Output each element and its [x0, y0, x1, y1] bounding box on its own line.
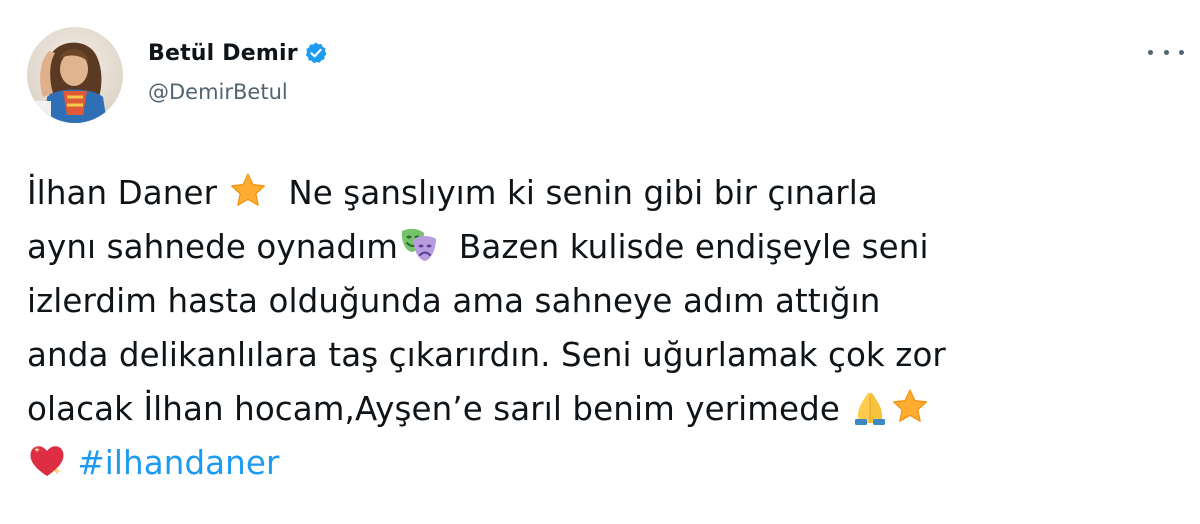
tweet-card[interactable]: Betül Demir @DemirBetul İlhan Daner Ne ş…	[0, 0, 1200, 524]
tweet-text-line-1: İlhan Daner Ne şanslıyım ki senin gibi b…	[27, 166, 1187, 220]
text-segment: İlhan Daner	[27, 174, 228, 212]
sparkling-heart-emoji	[27, 441, 67, 481]
more-dot	[1179, 49, 1184, 55]
text-segment: Ne şanslıyım ki senin gibi bir çınarla	[267, 174, 878, 212]
star-emoji	[228, 171, 268, 211]
text-segment: aynı sahnede oynadım	[27, 228, 399, 266]
text-segment: olacak İlhan hocam,Ayşen’e sarıl benim y…	[27, 390, 851, 428]
tweet-text-line-6: #ilhandaner	[27, 436, 1187, 490]
verified-badge-icon	[304, 41, 328, 65]
tweet-text-line-2: aynı sahnede oynadım Bazen kulisde endiş…	[27, 220, 1187, 274]
tweet-text-line-3: izlerdim hasta olduğunda ama sahneye adı…	[27, 282, 881, 320]
star-emoji	[890, 387, 930, 427]
hashtag-link[interactable]: #ilhandaner	[77, 444, 279, 482]
tweet-text-line-5: olacak İlhan hocam,Ayşen’e sarıl benim y…	[27, 382, 1187, 436]
performing-arts-emoji	[398, 225, 438, 265]
avatar[interactable]	[27, 27, 123, 123]
folded-hands-emoji	[850, 387, 890, 427]
author-handle[interactable]: @DemirBetul	[148, 80, 288, 104]
author-display-name[interactable]: Betül Demir	[148, 41, 298, 66]
author-name-row[interactable]: Betül Demir	[148, 38, 328, 68]
tweet-text-line-4: anda delikanlılara taş çıkarırdın. Seni …	[27, 336, 946, 374]
text-segment: Bazen kulisde endişeyle seni	[438, 228, 929, 266]
more-dot	[1163, 49, 1169, 55]
more-options-icon[interactable]	[1148, 40, 1184, 64]
more-dot	[1148, 49, 1153, 55]
tweet-text: İlhan Daner Ne şanslıyım ki senin gibi b…	[27, 166, 1187, 490]
